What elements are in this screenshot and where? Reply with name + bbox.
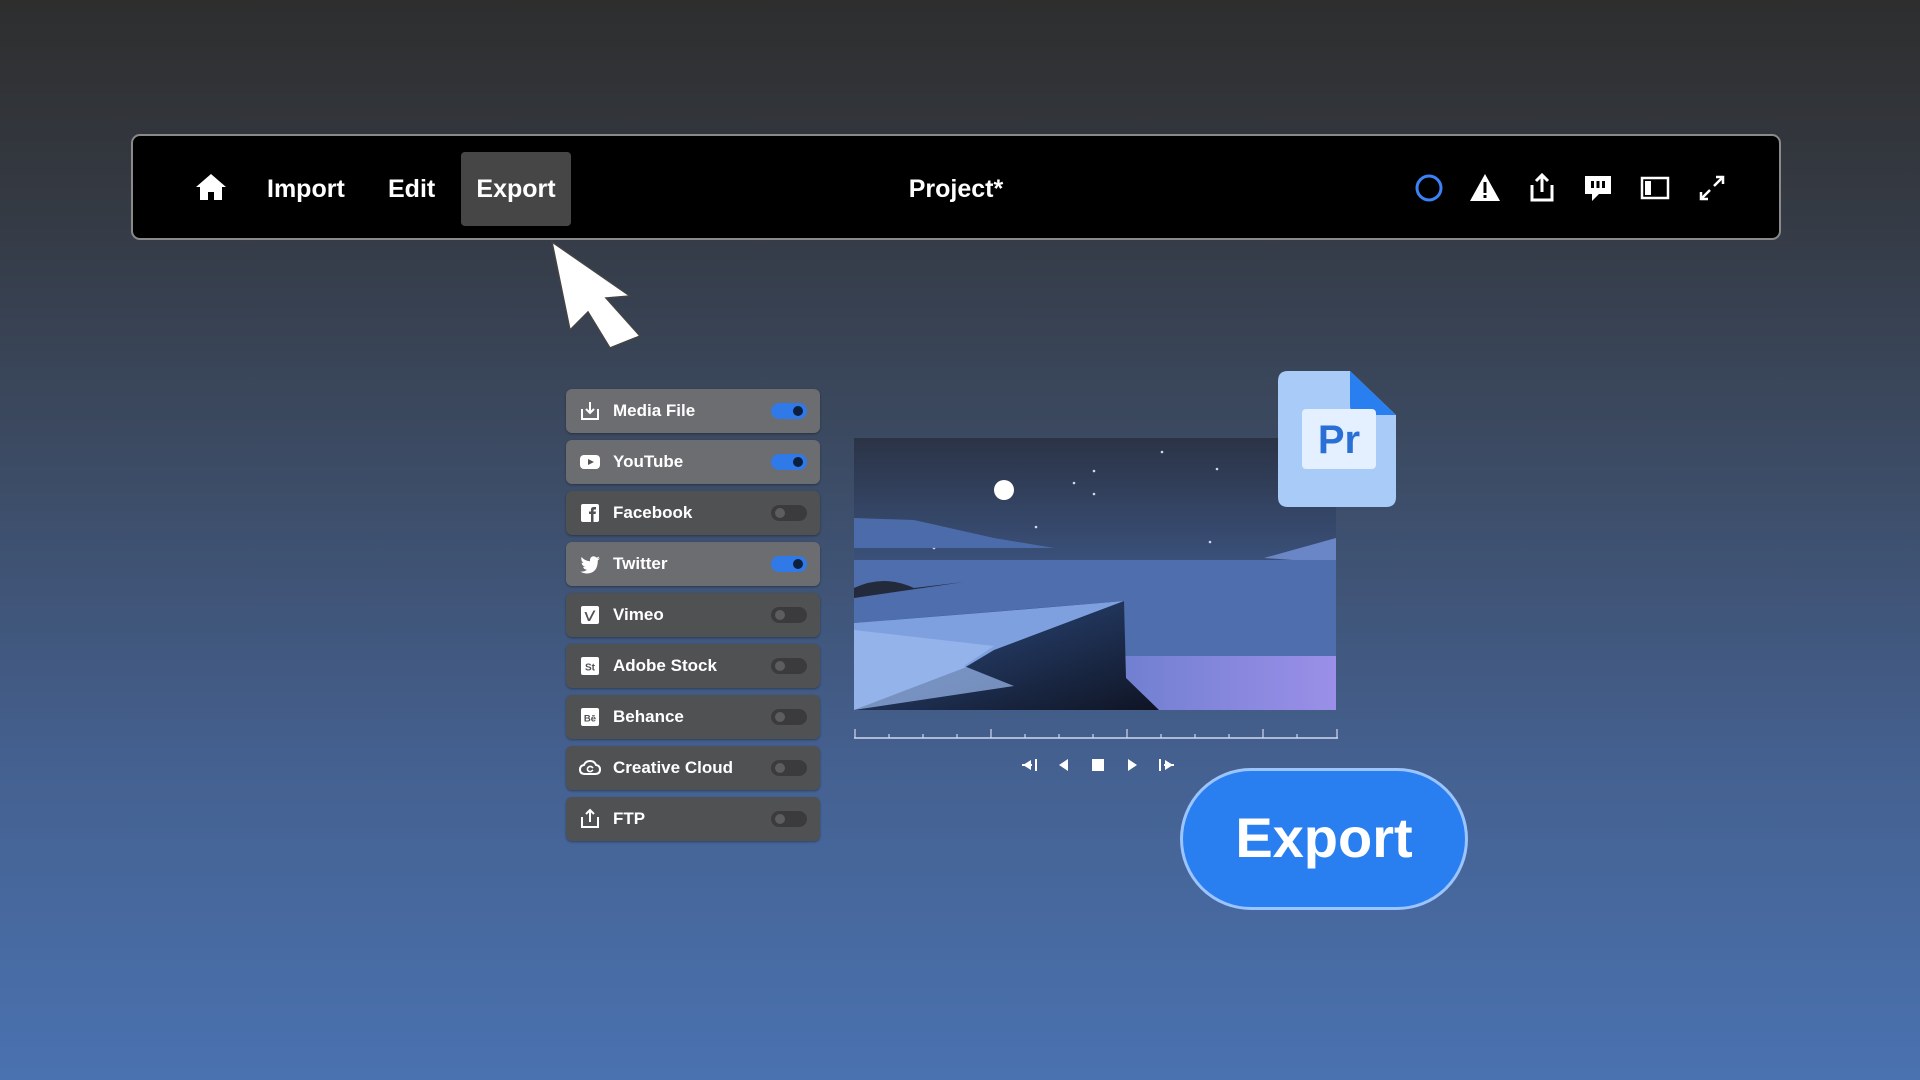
stop-icon[interactable] (1088, 755, 1108, 775)
behance-icon: Bē (581, 708, 599, 726)
destination-label: FTP (613, 809, 646, 828)
adobe-stock-icon: St (581, 657, 599, 675)
creative-cloud-toggle[interactable] (771, 760, 807, 776)
destination-label: YouTube (613, 452, 684, 471)
destination-label: Creative Cloud (613, 758, 733, 777)
destination-vimeo[interactable]: Vimeo (566, 593, 820, 637)
play-icon[interactable] (1122, 755, 1142, 775)
destination-label: Behance (613, 707, 684, 726)
destination-facebook[interactable]: Facebook (566, 491, 820, 535)
go-to-start-icon[interactable] (1020, 755, 1040, 775)
twitter-toggle[interactable] (771, 556, 807, 572)
download-icon (581, 402, 599, 420)
top-navigation-bar: Import Edit Export Project* (131, 134, 1781, 240)
destination-label: Facebook (613, 503, 693, 522)
video-preview (854, 438, 1336, 710)
destination-youtube[interactable]: YouTube (566, 440, 820, 484)
fullscreen-icon[interactable] (1693, 169, 1731, 207)
upload-icon (581, 808, 599, 828)
timeline-ruler[interactable] (854, 727, 1338, 739)
share-icon[interactable] (1523, 169, 1561, 207)
destination-label: Media File (613, 401, 696, 420)
destination-adobe-stock[interactable]: St Adobe Stock (566, 644, 820, 688)
media-file-toggle[interactable] (771, 403, 807, 419)
export-button[interactable]: Export (1180, 768, 1468, 910)
destination-ftp[interactable]: FTP (566, 797, 820, 841)
panel-layout-icon[interactable] (1636, 169, 1674, 207)
vimeo-toggle[interactable] (771, 607, 807, 623)
facebook-icon (581, 504, 599, 522)
destination-twitter[interactable]: Twitter (566, 542, 820, 586)
destination-media-file[interactable]: Media File (566, 389, 820, 433)
destination-label: Vimeo (613, 605, 664, 624)
destination-label: Adobe Stock (613, 656, 717, 675)
youtube-toggle[interactable] (771, 454, 807, 470)
pr-badge-text: Pr (1318, 418, 1360, 462)
destination-creative-cloud[interactable]: Creative Cloud (566, 746, 820, 790)
ftp-toggle[interactable] (771, 811, 807, 827)
export-destination-list: Media File YouTube Facebook Twitter Vime… (566, 389, 820, 848)
progress-ring-icon[interactable] (1410, 169, 1448, 207)
warning-icon[interactable] (1466, 169, 1504, 207)
transport-controls (1020, 755, 1180, 777)
feedback-icon[interactable] (1579, 169, 1617, 207)
vimeo-icon (581, 606, 599, 624)
premiere-file-icon: Pr (1278, 371, 1396, 507)
mouse-pointer-icon (550, 240, 642, 349)
svg-text:St: St (585, 663, 596, 674)
facebook-toggle[interactable] (771, 505, 807, 521)
go-to-end-icon[interactable] (1156, 755, 1176, 775)
adobe-stock-toggle[interactable] (771, 658, 807, 674)
step-back-icon[interactable] (1054, 755, 1074, 775)
creative-cloud-icon (579, 759, 601, 775)
destination-label: Twitter (613, 554, 668, 573)
destination-behance[interactable]: Bē Behance (566, 695, 820, 739)
behance-toggle[interactable] (771, 709, 807, 725)
youtube-icon (580, 455, 600, 469)
twitter-icon (580, 556, 600, 574)
svg-text:Bē: Bē (584, 714, 596, 725)
